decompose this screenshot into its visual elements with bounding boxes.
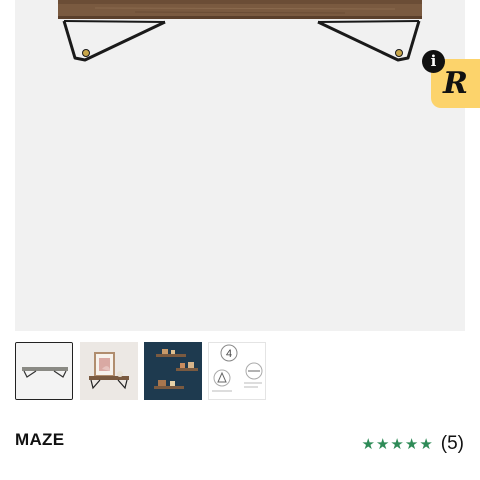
- thumbnail-3[interactable]: [144, 342, 202, 400]
- thumbnail-2[interactable]: [80, 342, 138, 400]
- star-icon: ★: [361, 435, 375, 453]
- thumbnail-1[interactable]: [15, 342, 73, 400]
- star-icon: ★: [404, 435, 419, 453]
- star-icon: ★: [375, 435, 390, 453]
- thumbnail-instructions-icon: 4: [208, 342, 266, 400]
- star-icon: ★: [390, 435, 404, 453]
- shelf-illustration: [58, 0, 422, 62]
- thumbnail-blue-wall-icon: [144, 342, 202, 400]
- info-icon[interactable]: i: [422, 50, 445, 73]
- star-rating: ★ ★ ★ ★ ★: [362, 437, 433, 452]
- brand-name[interactable]: MAZE: [15, 430, 64, 450]
- star-icon: ★: [419, 435, 433, 453]
- thumbnail-frame-icon: [80, 342, 138, 400]
- product-page: i R 4 MAZE ★ ★ ★ ★ ★ (5): [0, 0, 480, 480]
- review-count[interactable]: (5): [441, 433, 464, 455]
- instruction-step-number: 4: [226, 348, 232, 360]
- main-product-image[interactable]: [15, 0, 465, 331]
- reader-badge-group[interactable]: i R: [422, 50, 480, 110]
- reader-logo-letter: R: [443, 65, 468, 101]
- rating-summary[interactable]: ★ ★ ★ ★ ★ (5): [362, 433, 465, 455]
- thumbnail-shelf-icon: [16, 343, 72, 399]
- thumbnail-4[interactable]: 4: [208, 342, 266, 400]
